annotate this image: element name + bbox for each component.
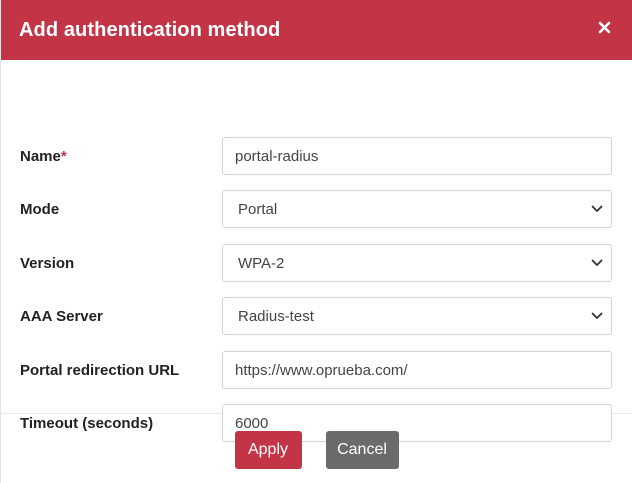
apply-button[interactable]: Apply: [234, 431, 302, 469]
dialog-body: Name* Mode Portal Version WPA-2 AAA Serv: [1, 60, 632, 442]
chevron-down-icon: [591, 312, 603, 319]
required-marker: *: [60, 147, 67, 165]
dialog-footer: Apply Cancel: [1, 414, 632, 483]
dialog-title: Add authentication method: [19, 18, 281, 41]
dialog-header: Add authentication method: [1, 0, 632, 60]
name-label: Name*: [20, 147, 67, 165]
mode-label: Mode: [20, 200, 60, 218]
version-select[interactable]: WPA-2: [222, 244, 612, 282]
portal-url-row: Portal redirection URL: [20, 351, 612, 389]
aaa-server-select-value: Radius-test: [238, 307, 314, 325]
cancel-button[interactable]: Cancel: [325, 431, 399, 469]
aaa-server-label: AAA Server: [20, 307, 103, 325]
aaa-server-row: AAA Server Radius-test: [20, 297, 612, 335]
portal-url-label: Portal redirection URL: [20, 361, 180, 379]
chevron-down-icon: [591, 259, 603, 266]
version-row: Version WPA-2: [20, 244, 612, 282]
add-authentication-method-dialog: Add authentication method Name* Mode Por…: [0, 0, 632, 483]
aaa-server-select[interactable]: Radius-test: [222, 297, 612, 335]
name-row: Name*: [20, 137, 612, 175]
mode-row: Mode Portal: [20, 190, 612, 228]
portal-url-input[interactable]: [222, 351, 612, 389]
mode-select-value: Portal: [238, 200, 278, 218]
close-icon: [598, 21, 610, 33]
version-label: Version: [20, 254, 75, 272]
version-select-value: WPA-2: [238, 254, 285, 272]
name-input[interactable]: [222, 137, 612, 175]
chevron-down-icon: [591, 205, 603, 212]
close-button[interactable]: [594, 17, 614, 37]
mode-select[interactable]: Portal: [222, 190, 612, 228]
